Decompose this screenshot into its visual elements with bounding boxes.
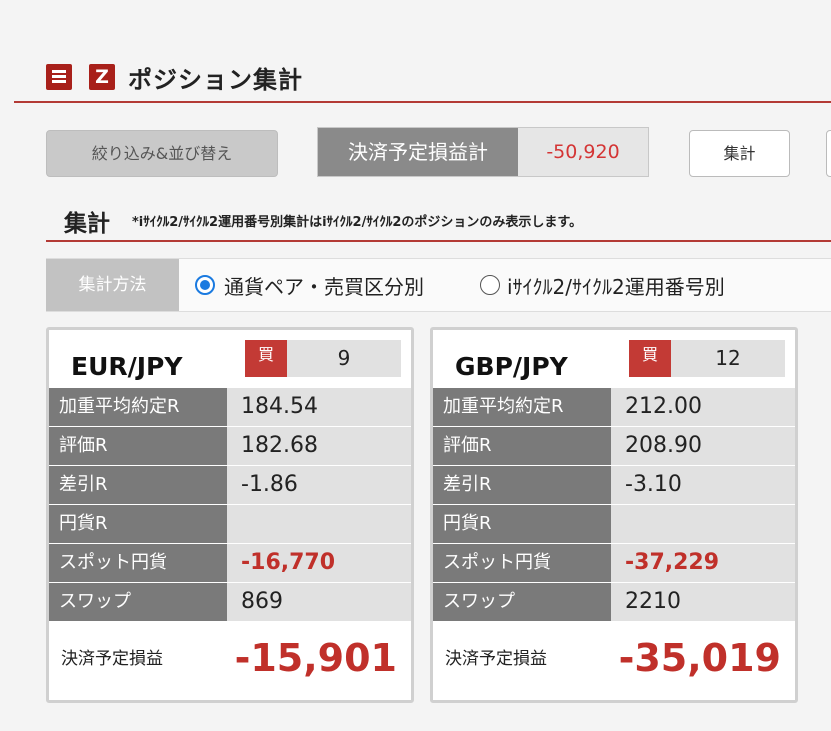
card-pl-row: 決済予定損益 -15,901	[49, 622, 411, 700]
row-label: 評価R	[49, 427, 227, 465]
section-divider	[46, 240, 831, 242]
row-label: スポット円貨	[49, 544, 227, 582]
row-jpy-rate: 円貨R	[433, 505, 795, 543]
currency-pair: GBP/JPY	[455, 352, 568, 381]
currency-pair: EUR/JPY	[71, 352, 183, 381]
row-spot-jpy: スポット円貨 -16,770	[49, 544, 411, 582]
row-eval-rate: 評価R 208.90	[433, 427, 795, 465]
row-diff-rate: 差引R -3.10	[433, 466, 795, 504]
row-value: 208.90	[611, 427, 795, 465]
row-value: -16,770	[227, 544, 411, 582]
row-label: 差引R	[49, 466, 227, 504]
radio-by-pair[interactable]	[195, 275, 215, 295]
row-label: スポット円貨	[433, 544, 611, 582]
row-value	[611, 505, 795, 543]
logo-icon: Z	[89, 64, 115, 90]
card-pl-label: 決済予定損益	[61, 649, 163, 669]
side-badge: 買	[245, 340, 287, 377]
option-by-cycle-label[interactable]: iｻｲｸﾙ2/ｻｲｸﾙ2運用番号別	[507, 271, 725, 300]
row-swap: スワップ 869	[49, 583, 411, 621]
row-value: -3.10	[611, 466, 795, 504]
menu-icon[interactable]	[46, 64, 72, 90]
row-avg-rate: 加重平均約定R 212.00	[433, 388, 795, 426]
row-value: 212.00	[611, 388, 795, 426]
row-label: スワップ	[49, 583, 227, 621]
row-label: 円貨R	[433, 505, 611, 543]
total-pl-box: 決済予定損益計 -50,920	[317, 127, 649, 177]
position-card[interactable]: GBP/JPY 買 12 加重平均約定R 212.00 評価R 208.90 差引R…	[430, 327, 798, 703]
row-value: -37,229	[611, 544, 795, 582]
row-eval-rate: 評価R 182.68	[49, 427, 411, 465]
side-badge: 買	[629, 340, 671, 377]
row-avg-rate: 加重平均約定R 184.54	[49, 388, 411, 426]
row-value: 2210	[611, 583, 795, 621]
card-pl-value: -35,019	[618, 636, 781, 680]
quantity: 12	[671, 340, 785, 377]
row-value: 869	[227, 583, 411, 621]
row-value	[227, 505, 411, 543]
card-pl-row: 決済予定損益 -35,019	[433, 622, 795, 700]
position-card[interactable]: EUR/JPY 買 9 加重平均約定R 184.54 評価R 182.68 差引R -…	[46, 327, 414, 703]
page-title: ポジション集計	[128, 66, 303, 94]
row-label: 加重平均約定R	[433, 388, 611, 426]
row-label: 加重平均約定R	[49, 388, 227, 426]
row-label: 円貨R	[49, 505, 227, 543]
card-pl-label: 決済予定損益	[445, 649, 547, 669]
row-value: 182.68	[227, 427, 411, 465]
row-jpy-rate: 円貨R	[49, 505, 411, 543]
row-label: 評価R	[433, 427, 611, 465]
total-pl-label: 決済予定損益計	[318, 128, 518, 176]
next-toolbar-button[interactable]	[826, 130, 831, 177]
row-value: 184.54	[227, 388, 411, 426]
option-by-pair-label[interactable]: 通貨ペア・売買区分別	[224, 271, 424, 300]
section-note: *iｻｲｸﾙ2/ｻｲｸﾙ2運用番号別集計はiｻｲｸﾙ2/ｻｲｸﾙ2のポジションの…	[132, 215, 583, 230]
aggregation-method-label: 集計方法	[46, 259, 179, 311]
row-label: 差引R	[433, 466, 611, 504]
filter-sort-button[interactable]: 絞り込み&並び替え	[46, 130, 278, 177]
card-pl-value: -15,901	[234, 636, 397, 680]
row-spot-jpy: スポット円貨 -37,229	[433, 544, 795, 582]
quantity: 9	[287, 340, 401, 377]
radio-by-cycle[interactable]	[480, 275, 500, 295]
aggregate-button[interactable]: 集計	[689, 130, 790, 177]
row-label: スワップ	[433, 583, 611, 621]
total-pl-value: -50,920	[546, 141, 620, 163]
row-swap: スワップ 2210	[433, 583, 795, 621]
aggregation-method-row: 集計方法 通貨ペア・売買区分別 iｻｲｸﾙ2/ｻｲｸﾙ2運用番号別	[46, 258, 831, 312]
header-divider	[14, 101, 831, 103]
section-title: 集計	[64, 211, 110, 237]
row-diff-rate: 差引R -1.86	[49, 466, 411, 504]
row-value: -1.86	[227, 466, 411, 504]
